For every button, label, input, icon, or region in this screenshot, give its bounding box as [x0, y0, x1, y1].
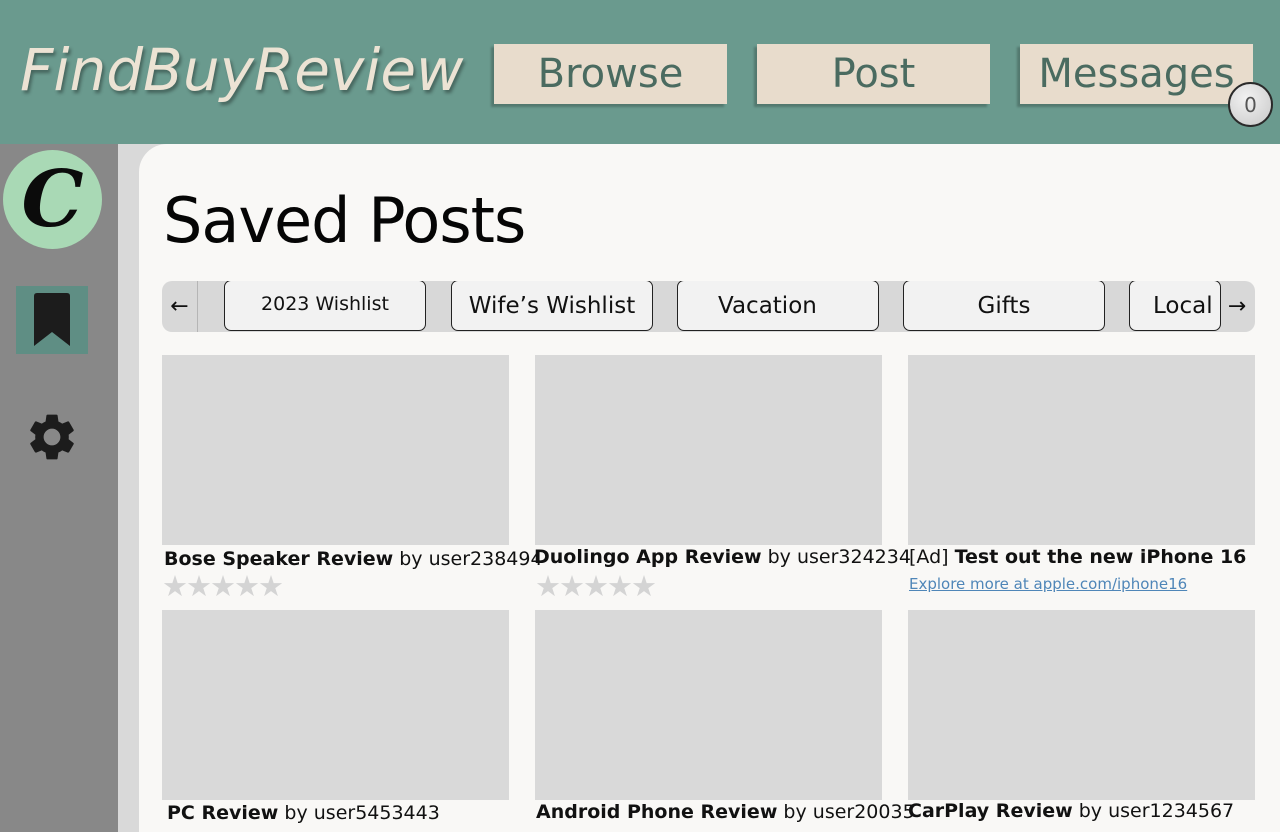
- post-title: Duolingo App Review: [534, 546, 762, 568]
- sidebar-item-saved[interactable]: [16, 286, 88, 354]
- post-thumbnail[interactable]: [535, 610, 882, 800]
- post-title-line[interactable]: PC Review by user5453443: [167, 802, 440, 824]
- post-by: by: [284, 802, 308, 824]
- post-title-line[interactable]: Android Phone Review by user20035: [536, 801, 915, 823]
- messages-button[interactable]: Messages: [1020, 44, 1253, 104]
- post-title: CarPlay Review: [908, 800, 1073, 822]
- next-arrow-icon[interactable]: →: [1219, 281, 1255, 332]
- ad-thumbnail[interactable]: [908, 355, 1255, 545]
- post-author: user1234567: [1108, 800, 1235, 822]
- post-author: user238494: [428, 548, 543, 570]
- sidebar: C: [0, 144, 118, 832]
- post-title: PC Review: [167, 802, 279, 824]
- star-rating[interactable]: ★★★★★: [162, 569, 284, 603]
- messages-count-badge: 0: [1228, 82, 1273, 127]
- post-thumbnail[interactable]: [162, 610, 509, 800]
- collection-tabbar: ← 2023 Wishlist Wife’s Wishlist Vacation…: [162, 281, 1255, 332]
- tab-2023-wishlist[interactable]: 2023 Wishlist: [224, 281, 426, 331]
- post-by: by: [783, 801, 807, 823]
- post-title: Android Phone Review: [536, 801, 778, 823]
- post-title-line[interactable]: CarPlay Review by user1234567: [908, 800, 1234, 822]
- app-logo[interactable]: FindBuyReview: [20, 36, 463, 104]
- tab-wifes-wishlist[interactable]: Wife’s Wishlist: [451, 281, 653, 331]
- star-rating[interactable]: ★★★★★: [535, 569, 657, 603]
- post-title: Bose Speaker Review: [164, 548, 394, 570]
- sidebar-item-settings[interactable]: [22, 407, 82, 467]
- ad-tag: [Ad]: [909, 546, 949, 568]
- post-by: by: [767, 546, 791, 568]
- post-title-line[interactable]: Duolingo App Review by user324234: [534, 546, 911, 568]
- post-thumbnail[interactable]: [908, 610, 1255, 800]
- ad-link[interactable]: Explore more at apple.com/iphone16: [909, 575, 1187, 593]
- post-title-line[interactable]: Bose Speaker Review by user238494: [164, 548, 543, 570]
- post-thumbnail[interactable]: [535, 355, 882, 545]
- prev-arrow-icon[interactable]: ←: [162, 281, 198, 332]
- post-button[interactable]: Post: [757, 44, 990, 104]
- top-header: FindBuyReview Browse Post Messages 0: [0, 0, 1280, 144]
- ad-title: Test out the new iPhone 16: [954, 546, 1247, 568]
- page-title: Saved Posts: [163, 184, 526, 257]
- bookmark-icon: [34, 293, 70, 346]
- app-window: FindBuyReview Browse Post Messages 0 C S…: [0, 0, 1280, 832]
- post-author: user20035: [812, 801, 915, 823]
- tab-gifts[interactable]: Gifts: [903, 281, 1105, 331]
- tab-vacation[interactable]: Vacation: [677, 281, 879, 331]
- avatar[interactable]: C: [3, 150, 102, 249]
- post-author: user5453443: [313, 802, 440, 824]
- browse-button[interactable]: Browse: [494, 44, 727, 104]
- post-by: by: [1078, 800, 1103, 822]
- main-panel: Saved Posts ← 2023 Wishlist Wife’s Wishl…: [139, 144, 1280, 832]
- post-thumbnail[interactable]: [162, 355, 509, 545]
- tab-local[interactable]: Local: [1129, 281, 1221, 331]
- ad-title-line[interactable]: [Ad] Test out the new iPhone 16: [909, 546, 1246, 568]
- post-author: user324234: [796, 546, 911, 568]
- post-by: by: [399, 548, 423, 570]
- gear-icon: [30, 414, 74, 460]
